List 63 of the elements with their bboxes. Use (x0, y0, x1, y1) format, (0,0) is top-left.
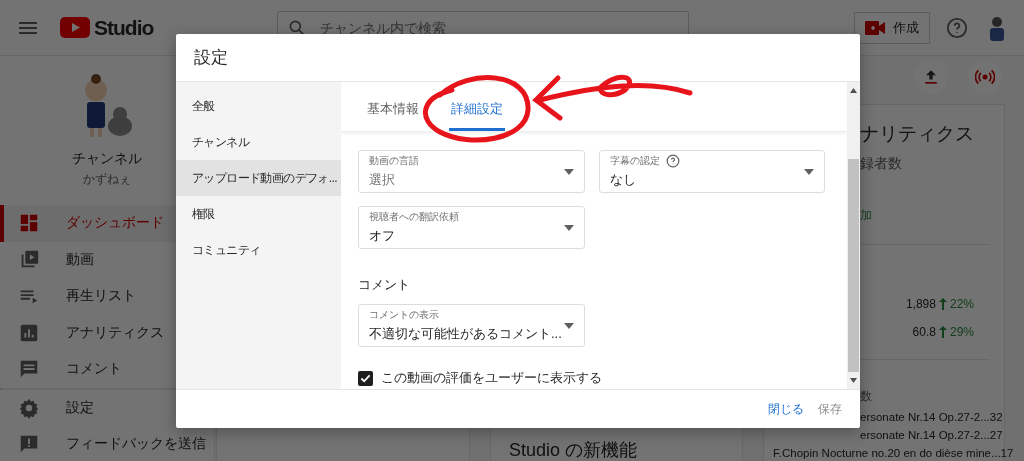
caret-icon (564, 224, 574, 231)
channel-title: チャンネル (72, 150, 142, 168)
tab[interactable]: 基本情報 (365, 100, 421, 131)
caret-icon (804, 168, 814, 175)
caret-icon (564, 322, 574, 329)
tab[interactable]: 詳細設定 (449, 100, 505, 131)
list-title: 数 (860, 388, 872, 405)
caret-icon (564, 168, 574, 175)
nav-item[interactable]: ダッシュボード (0, 205, 176, 242)
checkbox[interactable] (358, 370, 373, 386)
checkbox-label: この動画の評価をユーザーに表示する (381, 369, 602, 387)
settings-nav-item[interactable]: 全般 (176, 88, 341, 124)
card-subtitle: 録者数 (860, 155, 902, 173)
broadcast-icon (975, 67, 995, 87)
scrollbar-thumb[interactable] (848, 159, 859, 372)
nav-item[interactable]: フィードバックを送信 (0, 426, 214, 461)
dropdown-field[interactable]: コメントの表示 不適切な可能性があるコメント... (358, 304, 585, 347)
dialog-button[interactable]: 閉じる (768, 396, 804, 422)
settings-nav-item[interactable]: コミュニティ (176, 232, 341, 268)
scroll-up-icon[interactable] (850, 88, 857, 93)
settings-nav-item[interactable]: 権限 (176, 196, 341, 232)
view-count: 27 (989, 429, 1003, 441)
field-label: 動画の言語 (369, 154, 419, 168)
dropdown-field[interactable]: 動画の言語 選択 (358, 150, 585, 193)
field-value: 不適切な可能性があるコメント... (369, 325, 563, 343)
up-arrow-icon (938, 298, 947, 310)
field-label: コメントの表示 (369, 308, 439, 322)
channel-name: かずねぇ (83, 171, 131, 188)
video-title: F.Chopin Nocturne no.20 en do dièse mine... (773, 447, 1001, 459)
play-logo-icon (60, 17, 90, 38)
field-value: なし (610, 171, 637, 189)
video-camera-icon (865, 20, 885, 35)
scroll-down-icon[interactable] (850, 378, 857, 383)
dropdown-field[interactable]: 視聴者への翻訳依頼 オフ (358, 206, 585, 249)
field-label: 字幕の認定 (610, 154, 660, 168)
help-icon[interactable] (666, 154, 680, 168)
section-title: コメント (358, 276, 411, 294)
field-label: 視聴者への翻訳依頼 (369, 210, 459, 224)
field-value: オフ (369, 227, 396, 245)
create-button[interactable]: 作成 (854, 11, 930, 44)
change-text: 加 (860, 207, 872, 224)
logo-text: Studio (94, 15, 154, 40)
up-arrow-icon (938, 326, 947, 338)
video-title: ersonate Nr.14 Op.27-2... (860, 411, 990, 423)
metric-change: 29% (949, 325, 974, 339)
video-title: ersonate Nr.14 Op.27-2... (860, 429, 990, 441)
nav-item[interactable]: アナリティクス (0, 314, 176, 351)
metric-value: 60.8 (912, 325, 936, 339)
view-count: 32 (989, 411, 1003, 423)
nav-item[interactable]: 再生リスト (0, 278, 176, 315)
settings-nav-item[interactable]: チャンネル (176, 124, 341, 160)
help-icon[interactable] (946, 16, 968, 39)
dropdown-field[interactable]: 字幕の認定 なし (599, 150, 825, 193)
nav-item[interactable]: コメント (0, 351, 176, 388)
dialog-title: 設定 (194, 47, 228, 69)
settings-nav-item[interactable]: アップロード動画のデフォ... (176, 160, 341, 196)
metric-change: 22% (949, 297, 974, 311)
field-placeholder: 選択 (369, 171, 396, 189)
nav-item[interactable]: 設定 (0, 389, 214, 426)
card-title: ナリティクス (860, 122, 974, 146)
metric-value: 1,898 (905, 297, 936, 311)
card-title: Studio の新機能 (509, 439, 638, 460)
view-count: 17 (1000, 447, 1014, 459)
